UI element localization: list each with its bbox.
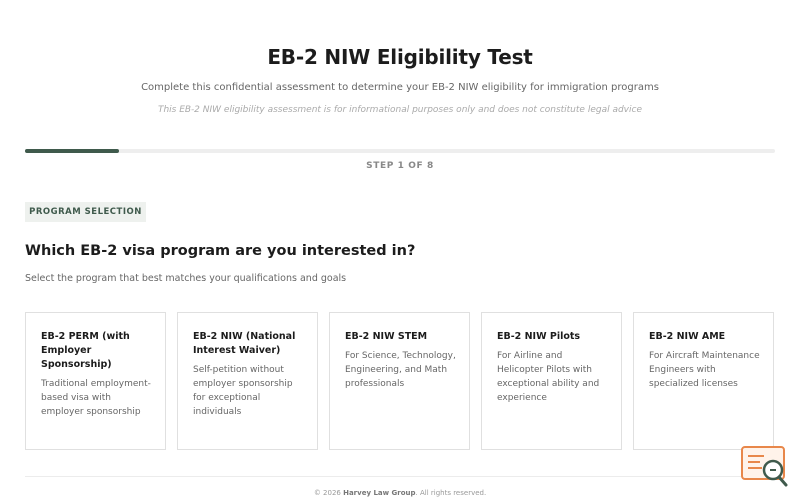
- option-card-eb2-niw-pilots[interactable]: EB-2 NIW Pilots For Airline and Helicopt…: [481, 312, 622, 450]
- option-card-eb2-perm[interactable]: EB-2 PERM (with Employer Sponsorship) Tr…: [25, 312, 166, 450]
- progress-fill: [25, 149, 119, 153]
- option-card-eb2-niw-ame[interactable]: EB-2 NIW AME For Aircraft Maintenance En…: [633, 312, 774, 450]
- option-description: Self-petition without employer sponsorsh…: [193, 365, 293, 417]
- help-chat-widget[interactable]: [740, 444, 792, 492]
- disclaimer: This EB-2 NIW eligibility assessment is …: [157, 105, 642, 115]
- step-indicator: STEP 1 OF 8: [366, 161, 434, 171]
- option-card-eb2-niw[interactable]: EB-2 NIW (National Interest Waiver) Self…: [177, 312, 318, 450]
- program-options: EB-2 PERM (with Employer Sponsorship) Tr…: [25, 312, 774, 450]
- option-description: For Aircraft Maintenance Engineers with …: [649, 351, 760, 389]
- option-card-eb2-niw-stem[interactable]: EB-2 NIW STEM For Science, Technology, E…: [329, 312, 470, 450]
- option-description: For Science, Technology, Engineering, an…: [345, 351, 456, 389]
- search-chat-icon: [741, 446, 788, 487]
- rights-text: . All rights reserved.: [415, 489, 487, 497]
- section-badge: PROGRAM SELECTION: [25, 202, 146, 222]
- question-hint: Select the program that best matches you…: [25, 273, 347, 284]
- option-description: Traditional employment-based visa with e…: [41, 379, 151, 417]
- company-name: Harvey Law Group: [343, 489, 416, 497]
- option-title: EB-2 PERM (with Employer Sponsorship): [41, 331, 130, 370]
- footer-divider: [25, 476, 775, 477]
- progress-bar: [25, 149, 775, 153]
- option-title: EB-2 NIW (National Interest Waiver): [193, 331, 296, 356]
- footer-copyright: © 2026 Harvey Law Group. All rights rese…: [0, 489, 800, 497]
- page-title: EB-2 NIW Eligibility Test: [267, 45, 533, 69]
- option-title: EB-2 NIW Pilots: [497, 331, 581, 342]
- page-subtitle: Complete this confidential assessment to…: [141, 82, 659, 93]
- option-title: EB-2 NIW STEM: [345, 331, 428, 342]
- copyright-prefix: © 2026: [313, 489, 341, 497]
- question-heading: Which EB-2 visa program are you interest…: [25, 243, 416, 259]
- option-description: For Airline and Helicopter Pilots with e…: [497, 351, 600, 403]
- option-title: EB-2 NIW AME: [649, 331, 726, 342]
